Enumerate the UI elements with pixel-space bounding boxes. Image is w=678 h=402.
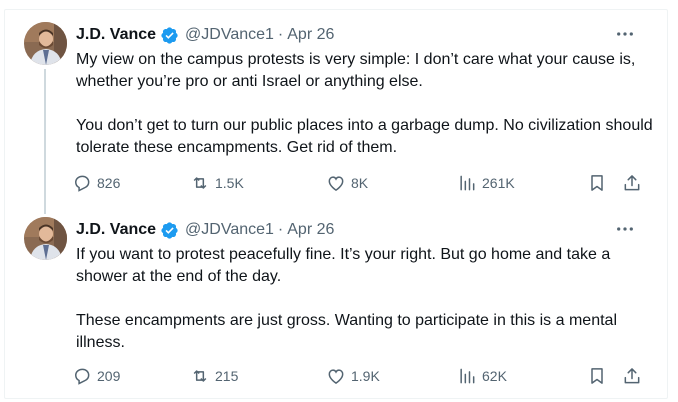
- views-button[interactable]: 261K: [457, 171, 515, 195]
- more-icon[interactable]: [614, 25, 636, 43]
- repost-count: 1.5K: [215, 175, 244, 191]
- reply-icon: [74, 175, 90, 192]
- thread-line: [44, 69, 46, 214]
- tweet[interactable]: J.D. Vance @JDVance1 · Apr 26 If you wan…: [20, 209, 660, 394]
- reply-button[interactable]: 209: [72, 364, 120, 388]
- like-count: 1.9K: [351, 368, 380, 384]
- share-icon: [624, 175, 640, 191]
- repost-icon: [193, 177, 207, 189]
- tweet-date[interactable]: Apr 26: [287, 221, 334, 239]
- author-name[interactable]: J.D. Vance: [76, 221, 156, 239]
- reply-count: 826: [97, 175, 121, 191]
- author-handle[interactable]: @JDVance1: [185, 26, 274, 44]
- views-button[interactable]: 62K: [457, 364, 507, 388]
- views-icon: [460, 368, 475, 384]
- repost-button[interactable]: 1.5K: [190, 171, 244, 195]
- repost-count: 215: [215, 368, 239, 384]
- bookmark-icon: [591, 175, 603, 191]
- like-count: 8K: [351, 175, 369, 191]
- views-count: 62K: [482, 368, 507, 384]
- separator-dot: ·: [277, 221, 284, 238]
- reply-icon: [74, 368, 90, 385]
- bookmark-icon: [591, 368, 603, 384]
- like-button[interactable]: 8K: [326, 171, 368, 195]
- bookmark-button[interactable]: [587, 171, 607, 195]
- repost-button[interactable]: 215: [190, 364, 238, 388]
- separator-dot: ·: [277, 26, 284, 43]
- views-icon: [460, 175, 475, 191]
- tweet-paragraph: If you want to protest peacefully fine. …: [76, 246, 611, 285]
- share-button[interactable]: [622, 171, 642, 195]
- reply-button[interactable]: 826: [72, 171, 120, 195]
- tweet-paragraph: These encampments are just gross. Wantin…: [76, 312, 617, 351]
- verified-badge-icon: [160, 26, 179, 45]
- tweet-date[interactable]: Apr 26: [287, 26, 334, 44]
- author-handle[interactable]: @JDVance1: [185, 221, 274, 239]
- verified-badge-icon: [160, 221, 179, 240]
- author-name[interactable]: J.D. Vance: [76, 26, 156, 44]
- tweet-text: If you want to protest peacefully fine. …: [76, 244, 656, 354]
- share-button[interactable]: [622, 364, 642, 388]
- reply-count: 209: [97, 368, 121, 384]
- tweet-header: J.D. Vance @JDVance1 · Apr 26: [76, 24, 334, 46]
- like-icon: [328, 369, 344, 384]
- tweet[interactable]: J.D. Vance @JDVance1 · Apr 26 My view on…: [20, 14, 660, 214]
- tweet-actions: 209 215 1.9K 62K: [72, 364, 652, 388]
- tweet-text: My view on the campus protests is very s…: [76, 49, 656, 159]
- bookmark-button[interactable]: [587, 364, 607, 388]
- tweet-paragraph: My view on the campus protests is very s…: [76, 51, 636, 90]
- avatar[interactable]: [24, 217, 67, 260]
- share-icon: [624, 368, 640, 384]
- views-count: 261K: [482, 175, 515, 191]
- like-button[interactable]: 1.9K: [326, 364, 380, 388]
- avatar[interactable]: [24, 22, 67, 65]
- tweet-header: J.D. Vance @JDVance1 · Apr 26: [76, 219, 334, 241]
- tweet-paragraph: You don’t get to turn our public places …: [76, 117, 653, 156]
- tweet-actions: 826 1.5K 8K 261K: [72, 171, 652, 195]
- repost-icon: [193, 370, 207, 382]
- like-icon: [328, 176, 344, 191]
- more-icon[interactable]: [614, 220, 636, 238]
